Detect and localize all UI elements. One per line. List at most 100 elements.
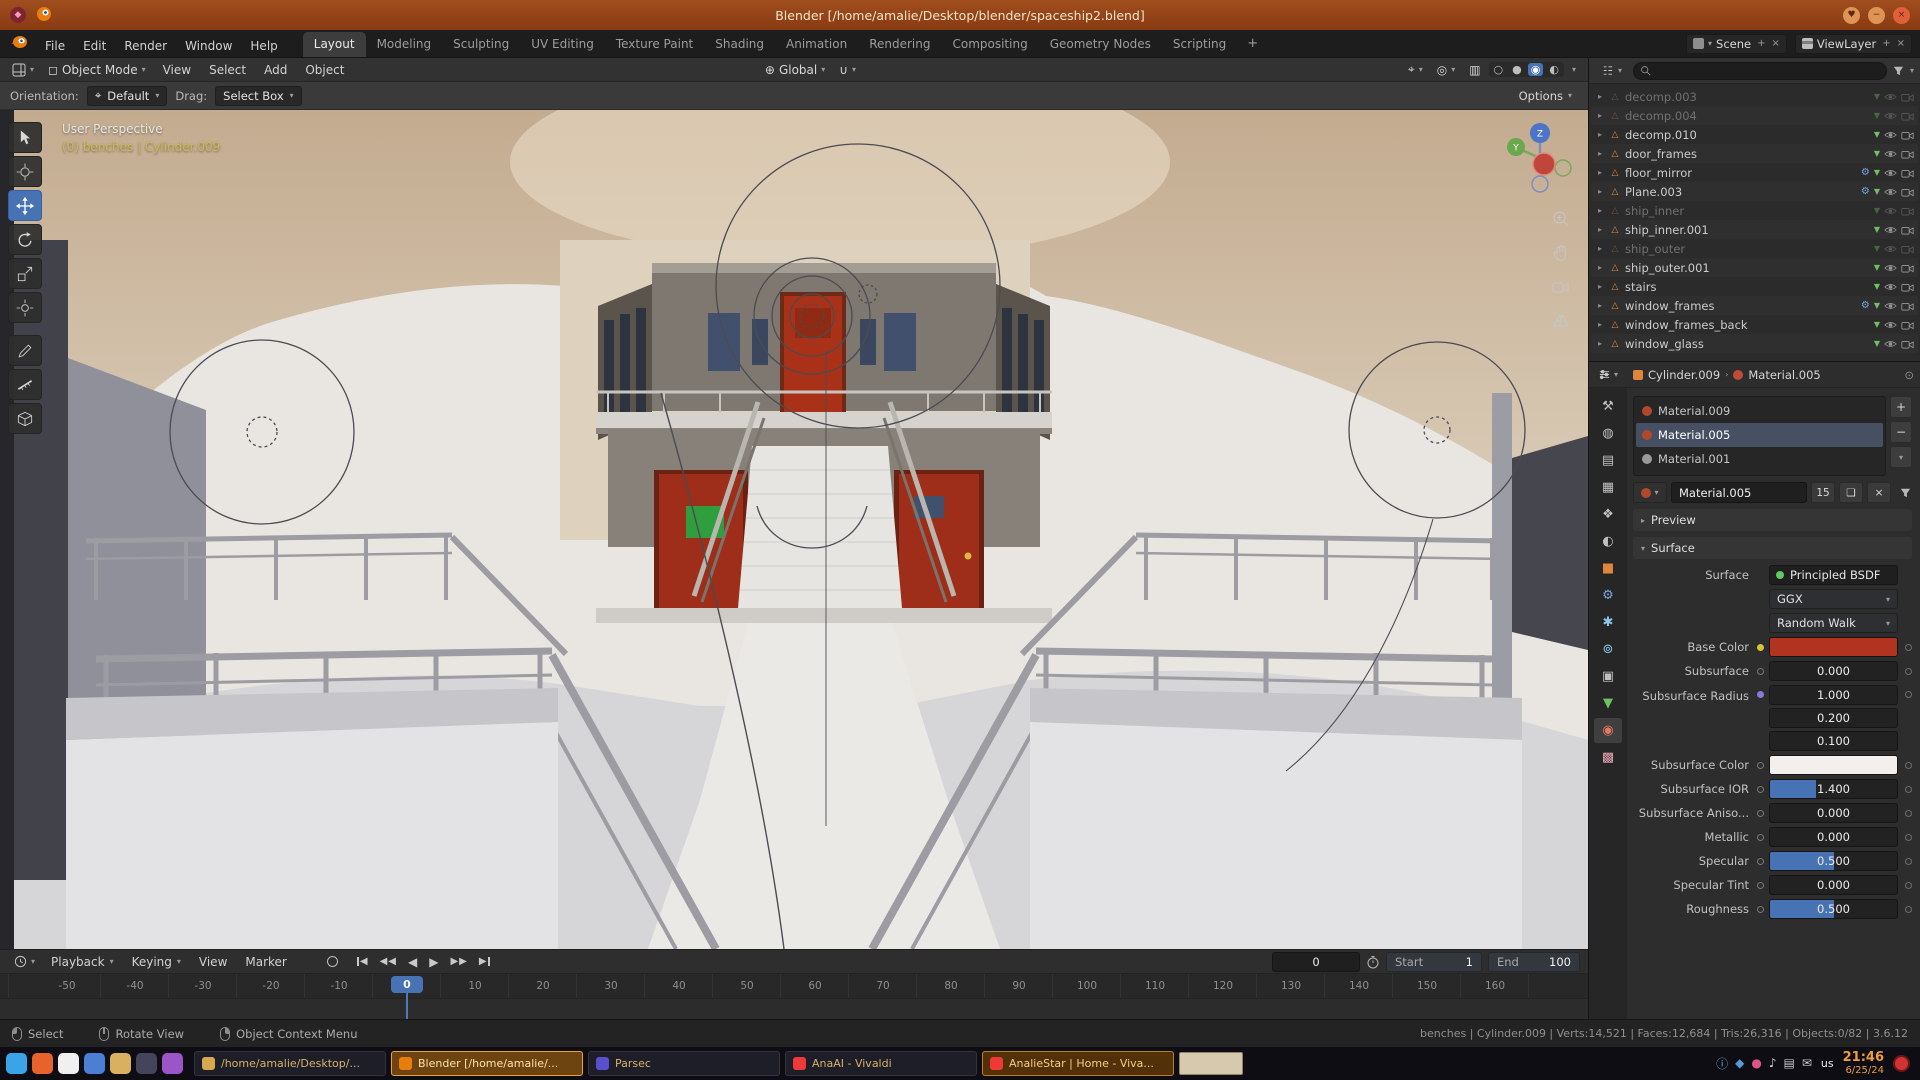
hide-in-viewport-icon[interactable] bbox=[1884, 320, 1897, 330]
object-name[interactable]: decomp.010 bbox=[1625, 128, 1870, 142]
viewport-3d[interactable]: User Perspective (0) benches | Cylinder.… bbox=[0, 110, 1588, 949]
disable-in-renders-icon[interactable] bbox=[1901, 111, 1914, 121]
outliner-item[interactable]: ▸ △ stairs ⚙ ▼ bbox=[1591, 277, 1918, 296]
tray-status-icon[interactable] bbox=[1893, 1055, 1910, 1072]
disable-in-renders-icon[interactable] bbox=[1901, 168, 1914, 178]
outliner-editor-type-button[interactable]: ▾ bbox=[1595, 62, 1628, 79]
blender-logo-icon[interactable] bbox=[10, 35, 28, 52]
shading-mode-button[interactable]: ◐ bbox=[1546, 63, 1562, 76]
decorator-dot[interactable] bbox=[1905, 834, 1912, 841]
decorator-dot[interactable] bbox=[1905, 762, 1912, 769]
viewport-camera-button[interactable] bbox=[1548, 274, 1574, 300]
tray-icon[interactable]: ✉ bbox=[1802, 1056, 1812, 1070]
object-name[interactable]: decomp.003 bbox=[1625, 90, 1870, 104]
next-keyframe-button[interactable]: ▶▶ bbox=[447, 954, 469, 969]
animated-dot-icon[interactable] bbox=[1757, 644, 1764, 651]
object-name[interactable]: stairs bbox=[1625, 280, 1870, 294]
material-filter-icon[interactable] bbox=[1899, 486, 1912, 499]
start-frame-field[interactable]: Start1 bbox=[1386, 952, 1482, 972]
expand-icon[interactable]: ▸ bbox=[1595, 168, 1605, 177]
object-name[interactable]: ship_inner.001 bbox=[1625, 223, 1870, 237]
outliner-list[interactable]: ▸ △ decomp.003 ⚙ ▼ ▸ △ decomp.004 ⚙ ▼ bbox=[1589, 84, 1920, 356]
window-button[interactable]: AnalieStar | Home - Viva... bbox=[982, 1051, 1174, 1076]
new-scene-button[interactable]: + bbox=[1755, 38, 1765, 49]
decorator-dot[interactable] bbox=[1905, 810, 1912, 817]
scene-selector[interactable]: ▾ Scene + × bbox=[1686, 34, 1787, 54]
viewport-menu-item[interactable]: Object bbox=[296, 59, 353, 81]
decorator-dot[interactable] bbox=[1905, 691, 1912, 698]
workspace-tab[interactable]: Compositing bbox=[941, 32, 1038, 57]
material-slot-list[interactable]: Material.009 Material.005 Material.001 bbox=[1633, 396, 1886, 476]
launcher-icon[interactable] bbox=[162, 1053, 183, 1074]
timeline-editor-type-button[interactable]: ▾ bbox=[8, 953, 41, 970]
disable-in-renders-icon[interactable] bbox=[1901, 339, 1914, 349]
pin-id-icon[interactable]: ⊙ bbox=[1904, 368, 1914, 382]
decorator-dot[interactable] bbox=[1905, 906, 1912, 913]
breadcrumb-object[interactable]: Cylinder.009 bbox=[1648, 368, 1720, 382]
workspace-tab[interactable]: UV Editing bbox=[520, 32, 605, 57]
outliner-item[interactable]: ▸ △ decomp.004 ⚙ ▼ bbox=[1591, 106, 1918, 125]
outliner-item[interactable]: ▸ △ window_frames_back ⚙ ▼ bbox=[1591, 315, 1918, 334]
keyboard-layout-indicator[interactable]: us bbox=[1821, 1057, 1834, 1070]
current-frame-field[interactable]: 0 bbox=[1272, 952, 1360, 972]
mode-selector[interactable]: ◻ Object Mode ▾ bbox=[42, 61, 152, 79]
viewport-menu-item[interactable]: Add bbox=[255, 59, 296, 81]
stopwatch-icon[interactable] bbox=[1366, 955, 1380, 969]
tool-add-cube[interactable] bbox=[8, 403, 42, 434]
hide-in-viewport-icon[interactable] bbox=[1884, 111, 1897, 121]
decorator-dot[interactable] bbox=[1757, 882, 1764, 889]
menu-item[interactable]: File bbox=[36, 35, 74, 57]
remove-slot-button[interactable]: − bbox=[1890, 421, 1912, 443]
properties-tab[interactable]: ▦ bbox=[1594, 475, 1622, 500]
workspace-tab[interactable]: Texture Paint bbox=[605, 32, 704, 57]
proportional-editing-toggle[interactable] bbox=[864, 68, 876, 72]
tray-icon[interactable]: ▤ bbox=[1784, 1056, 1795, 1070]
menu-item[interactable]: Edit bbox=[74, 35, 115, 57]
properties-tab[interactable]: ❖ bbox=[1594, 502, 1622, 527]
tray-icon[interactable]: ♪ bbox=[1769, 1056, 1777, 1070]
hide-in-viewport-icon[interactable] bbox=[1884, 130, 1897, 140]
menu-item[interactable]: Render bbox=[115, 35, 176, 57]
window-button[interactable]: AnaAI - Vivaldi bbox=[785, 1051, 977, 1076]
disable-in-renders-icon[interactable] bbox=[1901, 92, 1914, 102]
window-button[interactable]: Parsec bbox=[588, 1051, 780, 1076]
outliner-item[interactable]: ▸ △ ship_outer ⚙ ▼ bbox=[1591, 239, 1918, 258]
timeline-ruler[interactable]: -50-40-30-20-100102030405060708090100110… bbox=[0, 974, 1588, 998]
new-viewlayer-button[interactable]: + bbox=[1880, 38, 1890, 49]
expand-icon[interactable]: ▸ bbox=[1595, 130, 1605, 139]
hide-in-viewport-icon[interactable] bbox=[1884, 149, 1897, 159]
driver-dot-icon[interactable] bbox=[1757, 691, 1764, 698]
launcher-icon[interactable] bbox=[58, 1053, 79, 1074]
viewport-menu-item[interactable]: View bbox=[154, 59, 200, 81]
expand-icon[interactable]: ▸ bbox=[1595, 301, 1605, 310]
scene-upper-door[interactable] bbox=[780, 292, 846, 416]
decorator-dot[interactable] bbox=[1757, 762, 1764, 769]
radius-z-field[interactable]: 0.100 bbox=[1769, 731, 1898, 751]
transform-orientation-dropdown[interactable]: ⊕ Global ▾ bbox=[759, 61, 831, 79]
browse-material-button[interactable]: ▾ bbox=[1633, 482, 1667, 503]
decorator-dot[interactable] bbox=[1757, 668, 1764, 675]
properties-tab[interactable]: ⊚ bbox=[1594, 637, 1622, 662]
expand-icon[interactable]: ▸ bbox=[1595, 263, 1605, 272]
radius-x-field[interactable]: 1.000 bbox=[1769, 685, 1898, 705]
add-slot-button[interactable]: + bbox=[1890, 396, 1912, 418]
outliner-item[interactable]: ▸ △ door_frames ⚙ ▼ bbox=[1591, 144, 1918, 163]
editor-type-button[interactable]: ▾ bbox=[6, 61, 40, 79]
orientation-dropdown[interactable]: ⌖ Default ▾ bbox=[87, 86, 168, 106]
playback-menu[interactable]: Playback▾ bbox=[43, 952, 122, 972]
snap-toggle[interactable]: ∪ ▾ bbox=[833, 61, 862, 79]
object-name[interactable]: ship_outer.001 bbox=[1625, 261, 1870, 275]
properties-tab[interactable]: ⚒ bbox=[1594, 394, 1622, 419]
titlebar[interactable]: ◆ Blender [/home/amalie/Desktop/blender/… bbox=[0, 0, 1920, 30]
outliner-search[interactable] bbox=[1633, 62, 1887, 80]
jump-to-start-button[interactable]: ◀ bbox=[354, 954, 371, 969]
disable-in-renders-icon[interactable] bbox=[1901, 187, 1914, 197]
expand-icon[interactable]: ▸ bbox=[1595, 206, 1605, 215]
window-button[interactable]: /home/amalie/Desktop/... bbox=[194, 1051, 386, 1076]
hide-in-viewport-icon[interactable] bbox=[1884, 263, 1897, 273]
keying-menu[interactable]: Keying▾ bbox=[124, 952, 189, 972]
tool-measure[interactable] bbox=[8, 369, 42, 400]
window-pin-button[interactable]: ♥ bbox=[1843, 7, 1860, 24]
disable-in-renders-icon[interactable] bbox=[1901, 225, 1914, 235]
launcher-icon[interactable] bbox=[32, 1053, 53, 1074]
